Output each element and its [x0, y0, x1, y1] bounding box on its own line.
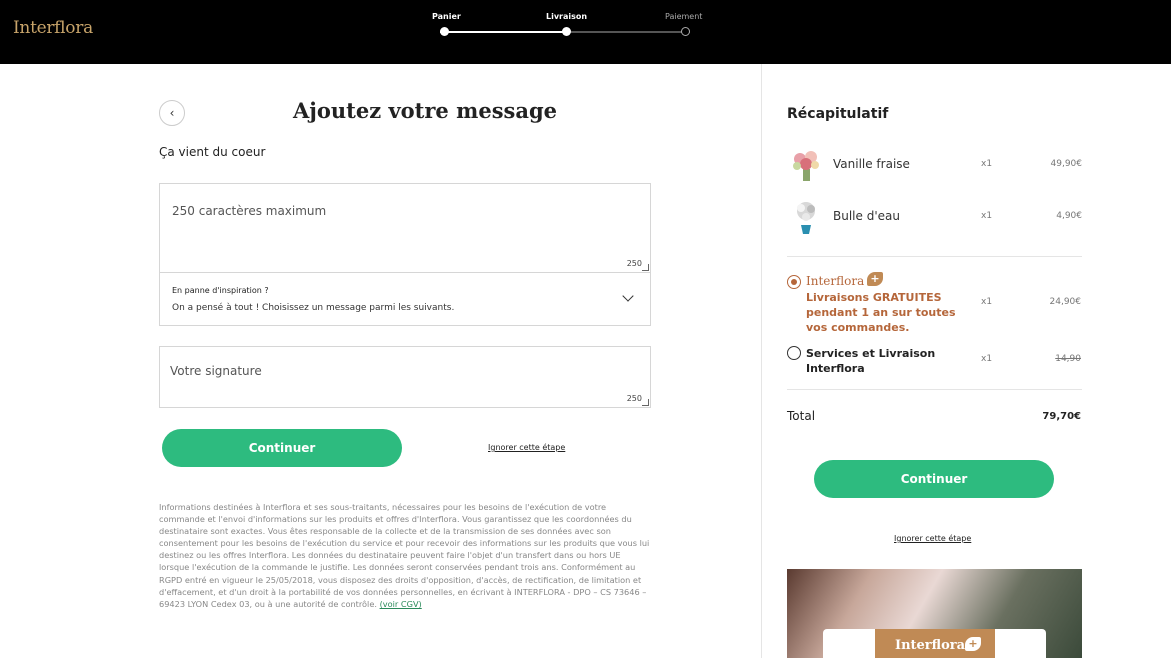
promo-logo-text: Interflora — [895, 638, 966, 653]
order-summary: Récapitulatif Vanille fraise x1 49,90€ B… — [761, 64, 1171, 658]
option-price: 24,90€ — [1049, 297, 1082, 307]
total-label: Total — [787, 409, 816, 423]
page-title: Ajoutez votre message — [293, 98, 557, 123]
inspiration-dropdown[interactable]: En panne d'inspiration ? On a pensé à to… — [159, 272, 651, 326]
message-char-counter: 250 — [626, 259, 642, 268]
interflora-plus-promo-banner[interactable]: Interflora + — [787, 569, 1082, 658]
item-name: Bulle d'eau — [833, 209, 900, 223]
signature-placeholder: Votre signature — [170, 364, 262, 378]
cgv-link[interactable]: (voir CGV) — [380, 599, 422, 609]
item-quantity: x1 — [981, 211, 993, 221]
step-livraison: Livraison — [546, 12, 588, 21]
option-quantity: x1 — [981, 354, 993, 364]
bouquet-thumbnail-icon — [797, 202, 815, 234]
promo-card: Interflora + — [823, 629, 1046, 658]
resize-handle-icon[interactable] — [642, 399, 649, 406]
interflora-logo[interactable]: Interflora — [13, 18, 93, 38]
divider — [787, 389, 1082, 390]
total-value: 79,70€ — [1042, 411, 1081, 422]
legal-text: Informations destinées à Interflora et s… — [159, 502, 650, 609]
skip-step-link[interactable]: Ignorer cette étape — [488, 443, 565, 452]
message-placeholder: 250 caractères maximum — [172, 204, 327, 218]
message-form-section: ‹ Ajoutez votre message Ça vient du coeu… — [0, 64, 762, 658]
interflora-plus-brand: Interflora — [806, 274, 865, 288]
plus-badge-icon: + — [867, 272, 883, 286]
top-bar: Interflora Panier Livraison Paiement — [0, 0, 1171, 64]
chevron-down-icon — [622, 290, 634, 302]
radio-services-livraison[interactable] — [787, 346, 801, 360]
summary-skip-step-link[interactable]: Ignorer cette étape — [894, 534, 971, 543]
step-paiement: Paiement — [665, 12, 703, 21]
bouquet-thumbnail-icon — [793, 151, 819, 181]
inspiration-title: En panne d'inspiration ? — [172, 286, 269, 295]
step-dot-paiement — [681, 27, 690, 36]
summary-item: Vanille fraise x1 49,90€ — [787, 145, 1082, 185]
radio-interflora-plus[interactable] — [787, 275, 801, 289]
item-quantity: x1 — [981, 159, 993, 169]
summary-continue-button[interactable]: Continuer — [814, 460, 1054, 498]
section-subtitle: Ça vient du coeur — [159, 145, 266, 159]
divider — [787, 256, 1082, 257]
signature-input[interactable]: Votre signature 250 — [159, 346, 651, 408]
signature-char-counter: 250 — [626, 394, 642, 403]
summary-item: Bulle d'eau x1 4,90€ — [787, 197, 1082, 237]
step-panier[interactable]: Panier — [432, 12, 461, 21]
inspiration-text: On a pensé à tout ! Choisissez un messag… — [172, 303, 455, 313]
progress-fill — [440, 31, 565, 33]
option-price-strikethrough: 14,90 — [1055, 354, 1081, 364]
step-dot-panier — [440, 27, 449, 36]
services-description: Services et Livraison Interflora — [806, 347, 936, 375]
message-textarea[interactable]: 250 caractères maximum 250 — [159, 183, 651, 273]
option-quantity: x1 — [981, 297, 993, 307]
step-dot-livraison — [562, 27, 571, 36]
promo-logo: Interflora + — [875, 629, 995, 658]
plus-badge-icon: + — [965, 637, 981, 651]
legal-notice: Informations destinées à Interflora et s… — [159, 501, 651, 610]
continue-button[interactable]: Continuer — [162, 429, 402, 467]
interflora-plus-description: Livraisons GRATUITES pendant 1 an sur to… — [806, 291, 956, 334]
summary-title: Récapitulatif — [787, 106, 889, 122]
back-button[interactable]: ‹ — [159, 100, 185, 126]
item-price: 4,90€ — [1056, 211, 1082, 221]
item-price: 49,90€ — [1050, 159, 1083, 169]
chevron-left-icon: ‹ — [169, 106, 175, 120]
item-name: Vanille fraise — [833, 157, 910, 171]
checkout-steps: Panier Livraison Paiement — [428, 10, 708, 50]
resize-handle-icon[interactable] — [642, 264, 649, 271]
